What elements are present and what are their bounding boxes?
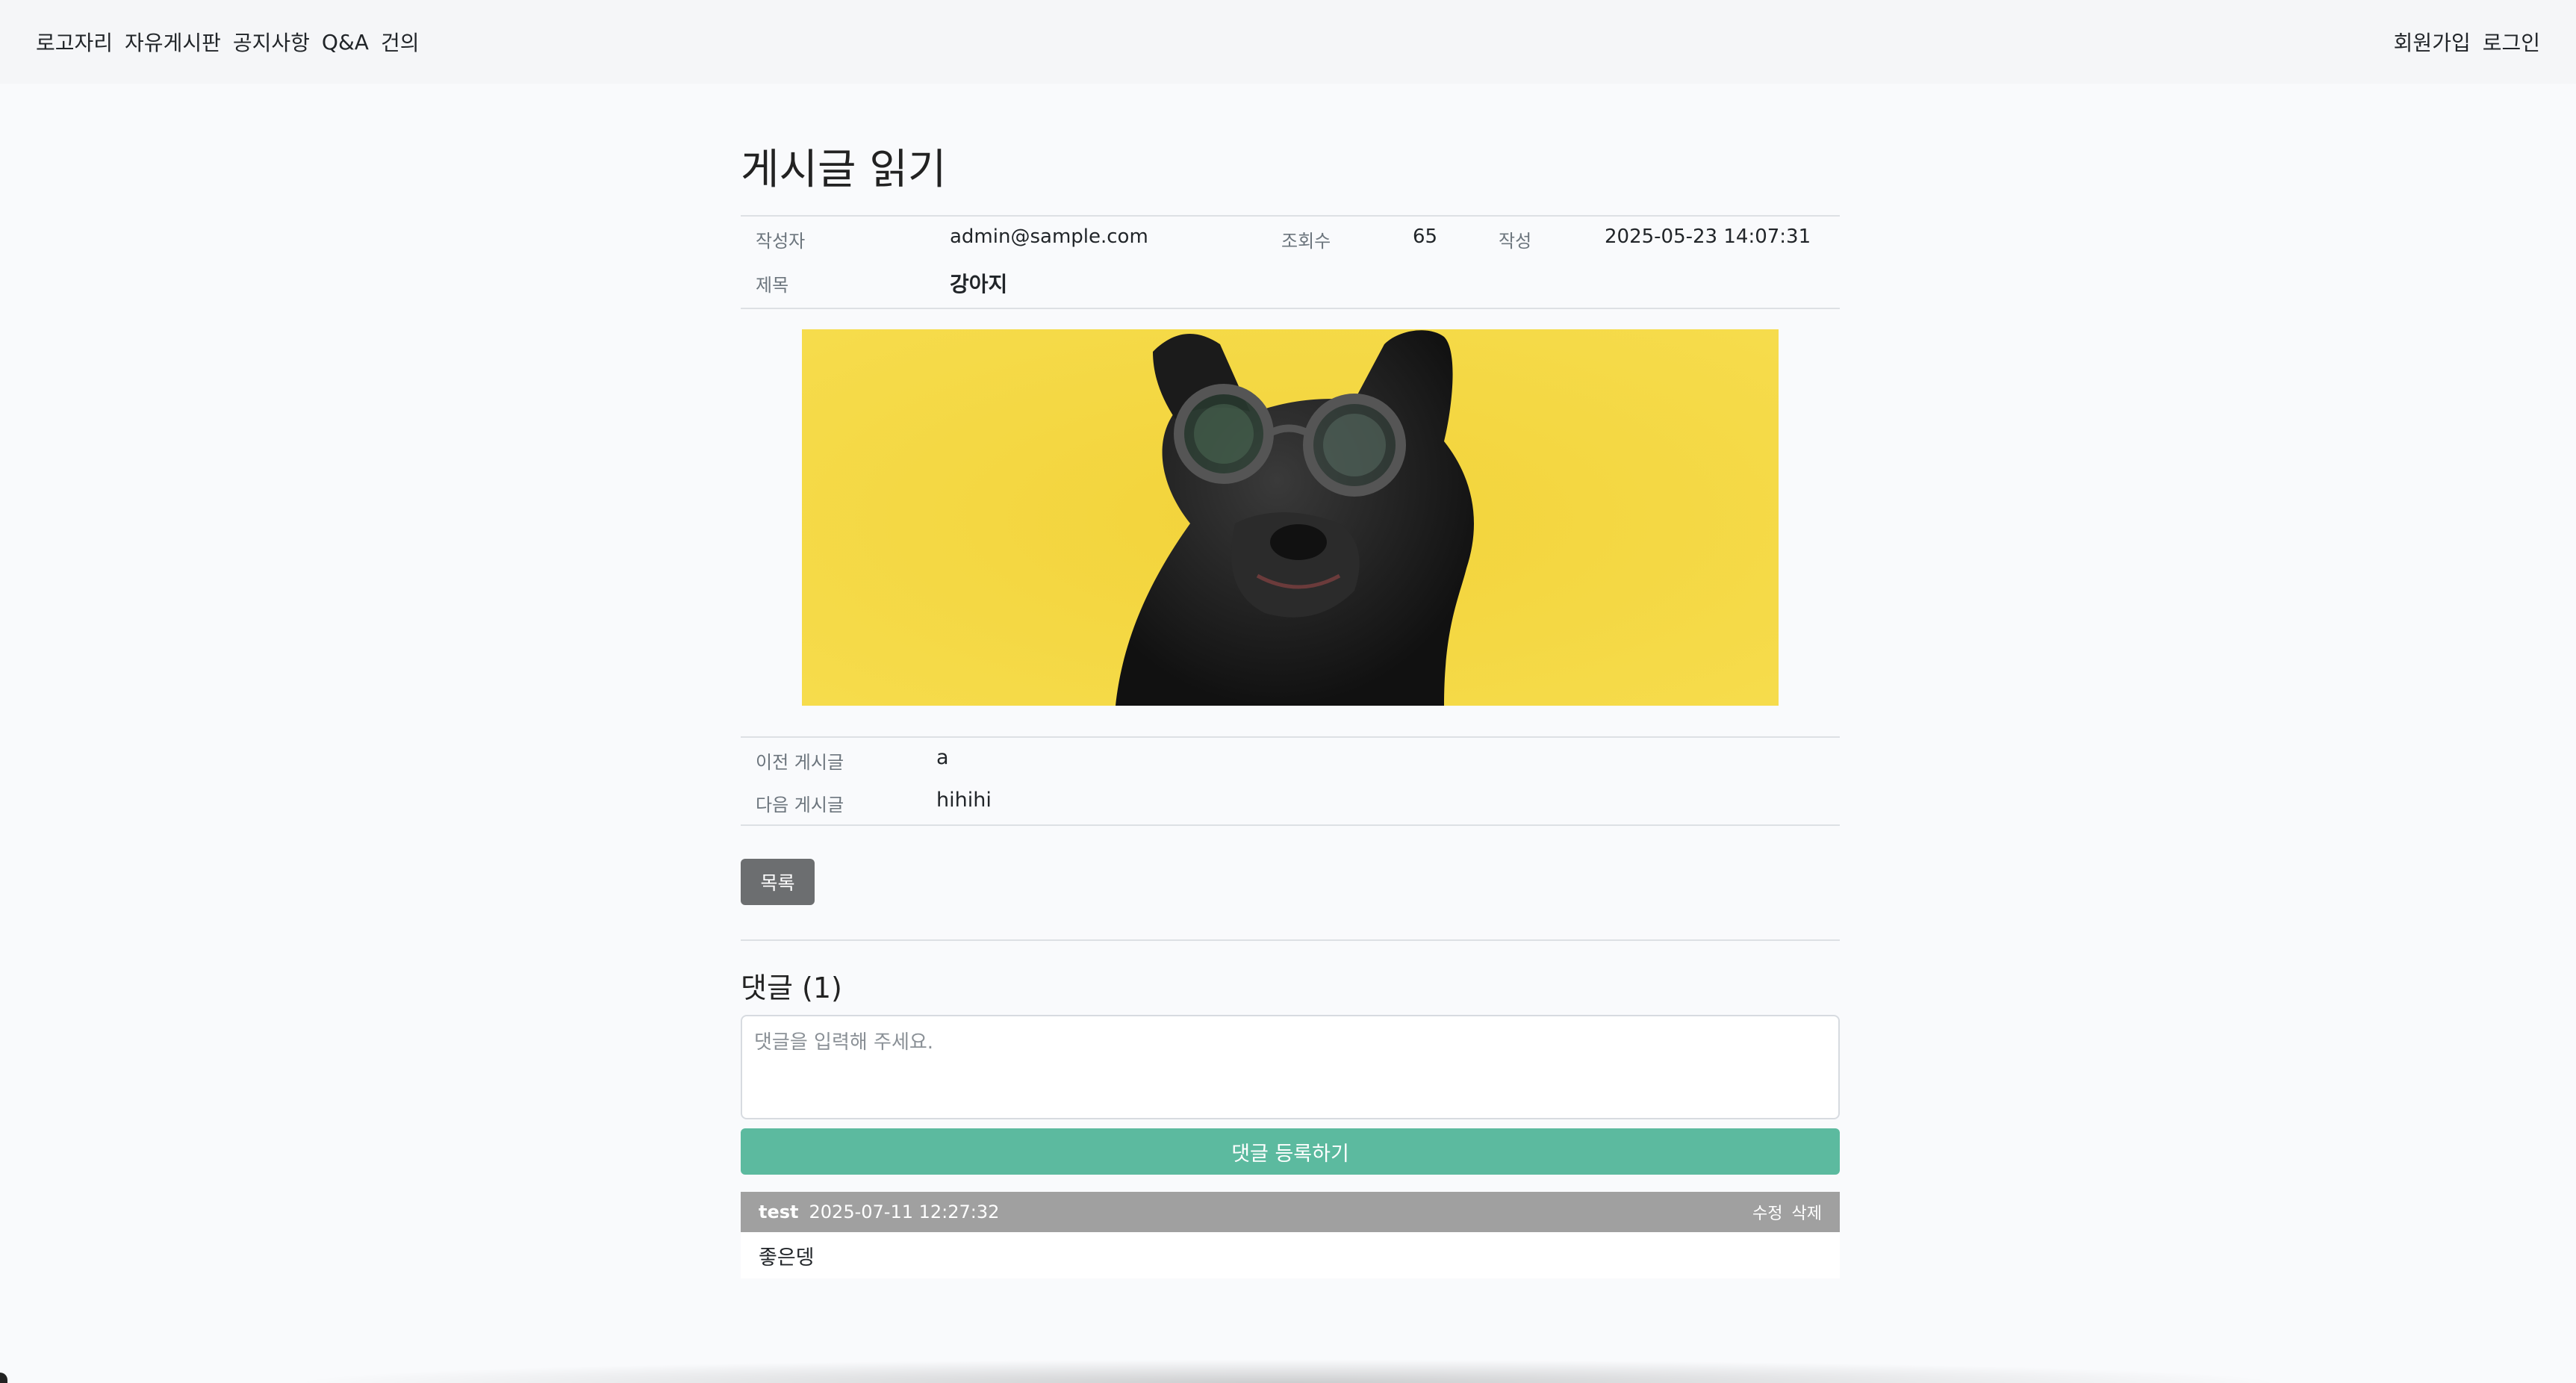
comment-date: 2025-07-11 12:27:32 (809, 1202, 1000, 1222)
prev-post-label: 이전 게시글 (756, 752, 844, 773)
comment-meta: test 2025-07-11 12:27:32 (759, 1202, 999, 1222)
nav-notice[interactable]: 공지사항 (233, 27, 310, 57)
top-navbar: 로고자리 자유게시판 공지사항 Q&A 건의 회원가입 로그인 (0, 0, 2576, 84)
list-button[interactable]: 목록 (741, 859, 815, 905)
post-image (802, 329, 1779, 706)
comment-header: test 2025-07-11 12:27:32 수정 삭제 (741, 1192, 1840, 1232)
author-value: admin@sample.com (950, 226, 1148, 248)
window-bottom-shadow (284, 1359, 2292, 1383)
comment-author: test (759, 1202, 799, 1222)
views-value: 65 (1413, 226, 1438, 248)
comment-edit-button[interactable]: 수정 (1752, 1200, 1782, 1224)
page-title: 게시글 읽기 (741, 146, 947, 194)
next-post-link[interactable]: hihihi (936, 789, 992, 812)
post-info-table: 작성자 admin@sample.com 조회수 65 작성 2025-05-2… (741, 215, 1840, 309)
comment-submit-button[interactable]: 댓글 등록하기 (741, 1128, 1840, 1175)
date-value: 2025-05-23 14:07:31 (1605, 226, 1811, 248)
nav-qna[interactable]: Q&A (322, 30, 369, 55)
title-value: 강아지 (950, 272, 1008, 296)
comment-actions: 수정 삭제 (1752, 1200, 1822, 1224)
title-label: 제목 (756, 275, 789, 296)
author-label: 작성자 (756, 231, 806, 252)
window-corner (0, 1373, 7, 1383)
views-label: 조회수 (1281, 231, 1331, 252)
comments-title: 댓글 (1) (741, 972, 842, 1004)
comment-body: 좋은뎅 (741, 1232, 1840, 1278)
comment-delete-button[interactable]: 삭제 (1792, 1200, 1822, 1224)
adjacent-posts-table: 이전 게시글 a 다음 게시글 hihihi (741, 736, 1840, 826)
bulldog-illustration (802, 329, 1779, 706)
prev-post-link[interactable]: a (936, 746, 949, 769)
comment-textarea[interactable] (741, 1015, 1840, 1119)
nav-suggestion[interactable]: 건의 (381, 27, 420, 57)
section-divider (741, 939, 1840, 941)
nav-free-board[interactable]: 자유게시판 (125, 27, 221, 57)
nav-right: 회원가입 로그인 (2394, 27, 2540, 57)
nav-left: 로고자리 자유게시판 공지사항 Q&A 건의 (36, 27, 419, 57)
date-label: 작성 (1499, 231, 1532, 252)
next-post-label: 다음 게시글 (756, 795, 844, 815)
signup-link[interactable]: 회원가입 (2394, 27, 2471, 57)
logo-link[interactable]: 로고자리 (36, 27, 113, 57)
login-link[interactable]: 로그인 (2483, 27, 2540, 57)
